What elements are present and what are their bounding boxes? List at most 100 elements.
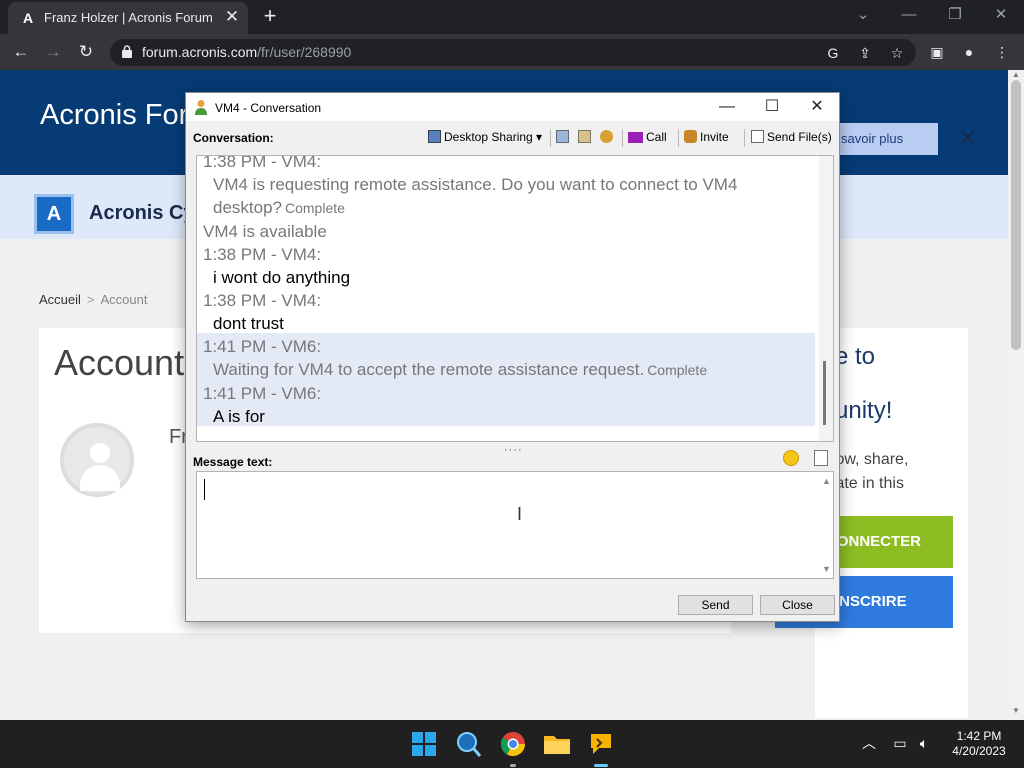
avatar [60,423,134,497]
scroll-thumb[interactable] [1011,80,1021,350]
message-header: 1:41 PM - VM6: [203,384,322,403]
message-header: 1:38 PM - VM4: [203,155,322,171]
settings-icon[interactable] [600,130,616,144]
message-header: 1:38 PM - VM4: [203,245,322,264]
google-icon[interactable]: G [824,44,842,62]
banner-title: Acronis Cy [89,202,195,224]
banner-close-icon[interactable]: ✕ [958,124,978,152]
message-input[interactable]: I ▲ ▼ [196,471,834,579]
video-camera-icon [628,132,643,143]
text-caret [204,479,205,500]
chrome-icon[interactable] [497,728,529,760]
desktop-sharing-dropdown[interactable]: Desktop Sharing ▾ [428,130,542,144]
user-contact-icon [195,100,207,115]
clock-date: 4/20/2023 [952,744,1006,758]
message-text: dont trust [203,312,813,335]
profile-icon[interactable]: ● [960,43,978,61]
send-files-button[interactable]: Send File(s) [751,130,832,144]
site-logo[interactable]: Acronis For [40,99,188,132]
browser-tab-strip: A Franz Holzer | Acronis Forum ✕ + ⌄ — ❐… [0,0,1024,34]
conversation-label: Conversation: [193,131,274,145]
splitter-grip[interactable]: ···· [504,444,523,456]
message-body: Waiting for VM4 to accept the remote ass… [213,360,645,379]
message-body: A is for [213,407,265,426]
forward-arrow-icon[interactable]: → [42,41,64,63]
invite-users-icon [684,130,697,143]
browser-tab[interactable]: A Franz Holzer | Acronis Forum ✕ [8,2,248,34]
close-button[interactable]: Close [760,595,835,615]
tab-search-icon[interactable]: ⌄ [848,4,878,26]
breadcrumb-current: Account [100,292,148,307]
taskbar-clock[interactable]: 1:42 PM 4/20/2023 [944,729,1014,759]
dialog-maximize-button[interactable]: ☐ [749,95,795,119]
message-text: A is for [203,405,813,428]
scroll-up-arrow-icon[interactable]: ▲ [822,476,831,486]
restore-button[interactable]: ❐ [940,4,970,26]
conversation-log[interactable]: 1:38 PM - VM4: VM4 is requesting remote a… [196,155,834,442]
acronis-logo-icon: A [34,194,74,234]
bookmark-star-icon[interactable]: ☆ [888,44,906,62]
chat-app-icon[interactable] [585,728,617,760]
page-title: Account [54,342,185,383]
emoji-icon[interactable] [783,450,799,466]
send-button[interactable]: Send [678,595,753,615]
tray-chevron-up-icon[interactable]: ︿ [860,734,878,752]
favicon-icon: A [22,10,34,26]
breadcrumb-separator: > [86,292,95,307]
search-icon[interactable] [452,728,484,760]
share-icon[interactable]: ⇪ [856,44,874,62]
menu-kebab-icon[interactable]: ⋮ [993,43,1011,61]
send-file-icon [751,130,764,143]
tab-close-icon[interactable]: ✕ [222,7,242,27]
network-icon[interactable]: ▭ [891,734,909,752]
clock-time: 1:42 PM [956,729,1002,743]
reload-icon[interactable]: ↻ [75,41,97,63]
avatar-body-shape [80,465,120,491]
message-body: VM4 is requesting remote assistance. Do … [213,175,738,194]
tab-title: Franz Holzer | Acronis Forum [44,10,213,25]
status-label: Complete [285,200,345,216]
lock-icon [122,45,132,58]
message-body: desktop? [213,198,282,217]
dialog-titlebar[interactable]: VM4 - Conversation — ☐ ✕ [186,93,839,121]
message-body: dont trust [213,314,284,333]
windows-taskbar: ︿ ▭ 🔈︎ 1:42 PM 4/20/2023 [0,720,1024,768]
format-text-icon[interactable] [814,450,828,466]
folder-icon[interactable] [541,728,573,760]
breadcrumb-home-link[interactable]: Accueil [39,292,81,307]
minimize-button[interactable]: — [894,4,924,26]
conversation-toolbar: Desktop Sharing ▾ Call Invite Send File(… [426,127,834,149]
page-scrollbar[interactable]: ▲ ▼ [1008,70,1024,720]
contacts-icon[interactable] [578,130,594,144]
dialog-minimize-button[interactable]: — [704,95,750,119]
windows-start-icon[interactable] [408,728,440,760]
running-indicator [510,764,516,767]
breadcrumb: Accueil > Account [39,292,148,307]
scroll-up-arrow-icon[interactable]: ▲ [1012,70,1020,79]
conversation-scroll-thumb[interactable] [823,361,826,425]
message-text: i wont do anything [203,266,813,289]
scroll-down-arrow-icon[interactable]: ▼ [1012,706,1020,715]
message-text: desktop? Complete [203,196,813,220]
dialog-close-button[interactable]: ✕ [794,95,840,119]
scroll-down-arrow-icon[interactable]: ▼ [822,564,831,574]
window-close-button[interactable]: ✕ [986,4,1016,26]
new-tab-button[interactable]: + [258,5,282,29]
call-button[interactable]: Call [628,130,667,144]
back-arrow-icon[interactable]: ← [10,41,32,63]
invite-button[interactable]: Invite [684,130,729,144]
omnibox[interactable]: forum.acronis.com/fr/user/268990 G ⇪ ☆ [110,39,916,66]
desktop-sharing-icon [428,130,441,143]
message-list: 1:38 PM - VM4: VM4 is requesting remote a… [203,155,813,428]
message-body: i wont do anything [213,268,351,287]
active-indicator [594,764,608,767]
conversation-scrollbar[interactable] [819,156,833,441]
address-toolbar: ← → ↻ forum.acronis.com/fr/user/268990 G… [0,34,1024,70]
dialog-title: VM4 - Conversation [215,101,322,115]
url-text[interactable]: forum.acronis.com/fr/user/268990 [142,44,351,60]
volume-icon[interactable]: 🔈︎ [915,734,933,752]
side-panel-icon[interactable]: ▣ [928,43,946,61]
learn-more-button[interactable]: savoir plus [836,123,938,155]
message-scrollbar[interactable]: ▲ ▼ [819,472,833,578]
history-icon[interactable] [556,130,572,144]
